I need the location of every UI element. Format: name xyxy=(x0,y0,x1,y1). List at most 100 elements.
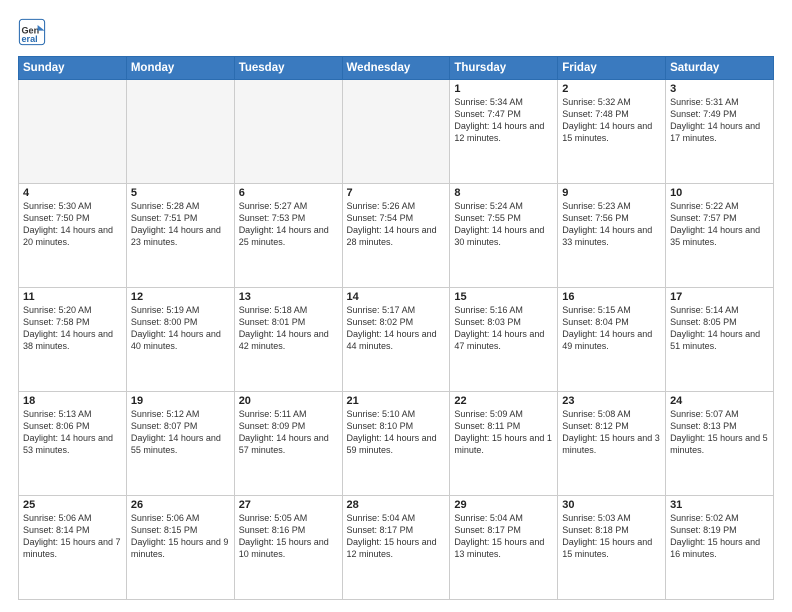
calendar-cell: 22Sunrise: 5:09 AM Sunset: 8:11 PM Dayli… xyxy=(450,392,558,496)
day-number: 19 xyxy=(131,395,230,407)
day-info: Sunrise: 5:26 AM Sunset: 7:54 PM Dayligh… xyxy=(347,200,446,249)
calendar-table: SundayMondayTuesdayWednesdayThursdayFrid… xyxy=(18,56,774,600)
day-number: 8 xyxy=(454,187,553,199)
calendar-cell: 2Sunrise: 5:32 AM Sunset: 7:48 PM Daylig… xyxy=(558,80,666,184)
day-info: Sunrise: 5:12 AM Sunset: 8:07 PM Dayligh… xyxy=(131,408,230,457)
day-number: 21 xyxy=(347,395,446,407)
day-info: Sunrise: 5:05 AM Sunset: 8:16 PM Dayligh… xyxy=(239,512,338,561)
calendar-cell: 27Sunrise: 5:05 AM Sunset: 8:16 PM Dayli… xyxy=(234,496,342,600)
weekday-header: Saturday xyxy=(666,57,774,80)
day-info: Sunrise: 5:07 AM Sunset: 8:13 PM Dayligh… xyxy=(670,408,769,457)
day-number: 16 xyxy=(562,291,661,303)
day-number: 24 xyxy=(670,395,769,407)
day-info: Sunrise: 5:11 AM Sunset: 8:09 PM Dayligh… xyxy=(239,408,338,457)
day-info: Sunrise: 5:28 AM Sunset: 7:51 PM Dayligh… xyxy=(131,200,230,249)
day-info: Sunrise: 5:03 AM Sunset: 8:18 PM Dayligh… xyxy=(562,512,661,561)
calendar-cell: 11Sunrise: 5:20 AM Sunset: 7:58 PM Dayli… xyxy=(19,288,127,392)
day-number: 5 xyxy=(131,187,230,199)
calendar-cell: 24Sunrise: 5:07 AM Sunset: 8:13 PM Dayli… xyxy=(666,392,774,496)
day-info: Sunrise: 5:22 AM Sunset: 7:57 PM Dayligh… xyxy=(670,200,769,249)
calendar-cell: 6Sunrise: 5:27 AM Sunset: 7:53 PM Daylig… xyxy=(234,184,342,288)
day-number: 27 xyxy=(239,499,338,511)
day-info: Sunrise: 5:18 AM Sunset: 8:01 PM Dayligh… xyxy=(239,304,338,353)
calendar-cell: 31Sunrise: 5:02 AM Sunset: 8:19 PM Dayli… xyxy=(666,496,774,600)
day-number: 30 xyxy=(562,499,661,511)
calendar-cell: 13Sunrise: 5:18 AM Sunset: 8:01 PM Dayli… xyxy=(234,288,342,392)
day-info: Sunrise: 5:17 AM Sunset: 8:02 PM Dayligh… xyxy=(347,304,446,353)
day-number: 1 xyxy=(454,83,553,95)
day-info: Sunrise: 5:19 AM Sunset: 8:00 PM Dayligh… xyxy=(131,304,230,353)
calendar-cell: 9Sunrise: 5:23 AM Sunset: 7:56 PM Daylig… xyxy=(558,184,666,288)
calendar-cell: 29Sunrise: 5:04 AM Sunset: 8:17 PM Dayli… xyxy=(450,496,558,600)
calendar-cell: 3Sunrise: 5:31 AM Sunset: 7:49 PM Daylig… xyxy=(666,80,774,184)
calendar-cell: 17Sunrise: 5:14 AM Sunset: 8:05 PM Dayli… xyxy=(666,288,774,392)
day-number: 2 xyxy=(562,83,661,95)
day-number: 9 xyxy=(562,187,661,199)
day-number: 26 xyxy=(131,499,230,511)
calendar-cell: 10Sunrise: 5:22 AM Sunset: 7:57 PM Dayli… xyxy=(666,184,774,288)
day-info: Sunrise: 5:16 AM Sunset: 8:03 PM Dayligh… xyxy=(454,304,553,353)
day-info: Sunrise: 5:27 AM Sunset: 7:53 PM Dayligh… xyxy=(239,200,338,249)
day-info: Sunrise: 5:30 AM Sunset: 7:50 PM Dayligh… xyxy=(23,200,122,249)
day-number: 15 xyxy=(454,291,553,303)
day-info: Sunrise: 5:06 AM Sunset: 8:15 PM Dayligh… xyxy=(131,512,230,561)
calendar-cell: 18Sunrise: 5:13 AM Sunset: 8:06 PM Dayli… xyxy=(19,392,127,496)
day-number: 23 xyxy=(562,395,661,407)
day-number: 14 xyxy=(347,291,446,303)
day-number: 3 xyxy=(670,83,769,95)
calendar-cell: 23Sunrise: 5:08 AM Sunset: 8:12 PM Dayli… xyxy=(558,392,666,496)
day-info: Sunrise: 5:04 AM Sunset: 8:17 PM Dayligh… xyxy=(454,512,553,561)
calendar-cell: 1Sunrise: 5:34 AM Sunset: 7:47 PM Daylig… xyxy=(450,80,558,184)
day-number: 18 xyxy=(23,395,122,407)
calendar-cell: 25Sunrise: 5:06 AM Sunset: 8:14 PM Dayli… xyxy=(19,496,127,600)
day-number: 12 xyxy=(131,291,230,303)
day-number: 13 xyxy=(239,291,338,303)
day-number: 25 xyxy=(23,499,122,511)
calendar-cell xyxy=(234,80,342,184)
day-number: 7 xyxy=(347,187,446,199)
day-number: 10 xyxy=(670,187,769,199)
day-number: 28 xyxy=(347,499,446,511)
day-number: 20 xyxy=(239,395,338,407)
calendar-cell: 16Sunrise: 5:15 AM Sunset: 8:04 PM Dayli… xyxy=(558,288,666,392)
day-info: Sunrise: 5:10 AM Sunset: 8:10 PM Dayligh… xyxy=(347,408,446,457)
calendar-cell: 28Sunrise: 5:04 AM Sunset: 8:17 PM Dayli… xyxy=(342,496,450,600)
page: Gen eral SundayMondayTuesdayWednesdayThu… xyxy=(0,0,792,612)
day-info: Sunrise: 5:15 AM Sunset: 8:04 PM Dayligh… xyxy=(562,304,661,353)
calendar-cell: 8Sunrise: 5:24 AM Sunset: 7:55 PM Daylig… xyxy=(450,184,558,288)
day-number: 22 xyxy=(454,395,553,407)
weekday-header: Tuesday xyxy=(234,57,342,80)
day-number: 17 xyxy=(670,291,769,303)
calendar-cell: 30Sunrise: 5:03 AM Sunset: 8:18 PM Dayli… xyxy=(558,496,666,600)
day-info: Sunrise: 5:34 AM Sunset: 7:47 PM Dayligh… xyxy=(454,96,553,145)
calendar-cell: 15Sunrise: 5:16 AM Sunset: 8:03 PM Dayli… xyxy=(450,288,558,392)
weekday-header: Sunday xyxy=(19,57,127,80)
day-info: Sunrise: 5:31 AM Sunset: 7:49 PM Dayligh… xyxy=(670,96,769,145)
header: Gen eral xyxy=(18,18,774,46)
calendar-cell xyxy=(19,80,127,184)
day-number: 31 xyxy=(670,499,769,511)
calendar-cell: 20Sunrise: 5:11 AM Sunset: 8:09 PM Dayli… xyxy=(234,392,342,496)
day-info: Sunrise: 5:23 AM Sunset: 7:56 PM Dayligh… xyxy=(562,200,661,249)
day-number: 4 xyxy=(23,187,122,199)
calendar-cell: 21Sunrise: 5:10 AM Sunset: 8:10 PM Dayli… xyxy=(342,392,450,496)
calendar-cell xyxy=(342,80,450,184)
calendar-cell: 26Sunrise: 5:06 AM Sunset: 8:15 PM Dayli… xyxy=(126,496,234,600)
day-info: Sunrise: 5:02 AM Sunset: 8:19 PM Dayligh… xyxy=(670,512,769,561)
day-number: 11 xyxy=(23,291,122,303)
calendar-cell: 19Sunrise: 5:12 AM Sunset: 8:07 PM Dayli… xyxy=(126,392,234,496)
day-info: Sunrise: 5:09 AM Sunset: 8:11 PM Dayligh… xyxy=(454,408,553,457)
calendar-cell xyxy=(126,80,234,184)
logo: Gen eral xyxy=(18,18,50,46)
weekday-header: Wednesday xyxy=(342,57,450,80)
day-info: Sunrise: 5:32 AM Sunset: 7:48 PM Dayligh… xyxy=(562,96,661,145)
day-info: Sunrise: 5:13 AM Sunset: 8:06 PM Dayligh… xyxy=(23,408,122,457)
calendar-cell: 4Sunrise: 5:30 AM Sunset: 7:50 PM Daylig… xyxy=(19,184,127,288)
day-info: Sunrise: 5:24 AM Sunset: 7:55 PM Dayligh… xyxy=(454,200,553,249)
day-info: Sunrise: 5:04 AM Sunset: 8:17 PM Dayligh… xyxy=(347,512,446,561)
day-number: 6 xyxy=(239,187,338,199)
svg-text:eral: eral xyxy=(22,34,38,44)
day-info: Sunrise: 5:08 AM Sunset: 8:12 PM Dayligh… xyxy=(562,408,661,457)
weekday-header: Monday xyxy=(126,57,234,80)
calendar-cell: 7Sunrise: 5:26 AM Sunset: 7:54 PM Daylig… xyxy=(342,184,450,288)
